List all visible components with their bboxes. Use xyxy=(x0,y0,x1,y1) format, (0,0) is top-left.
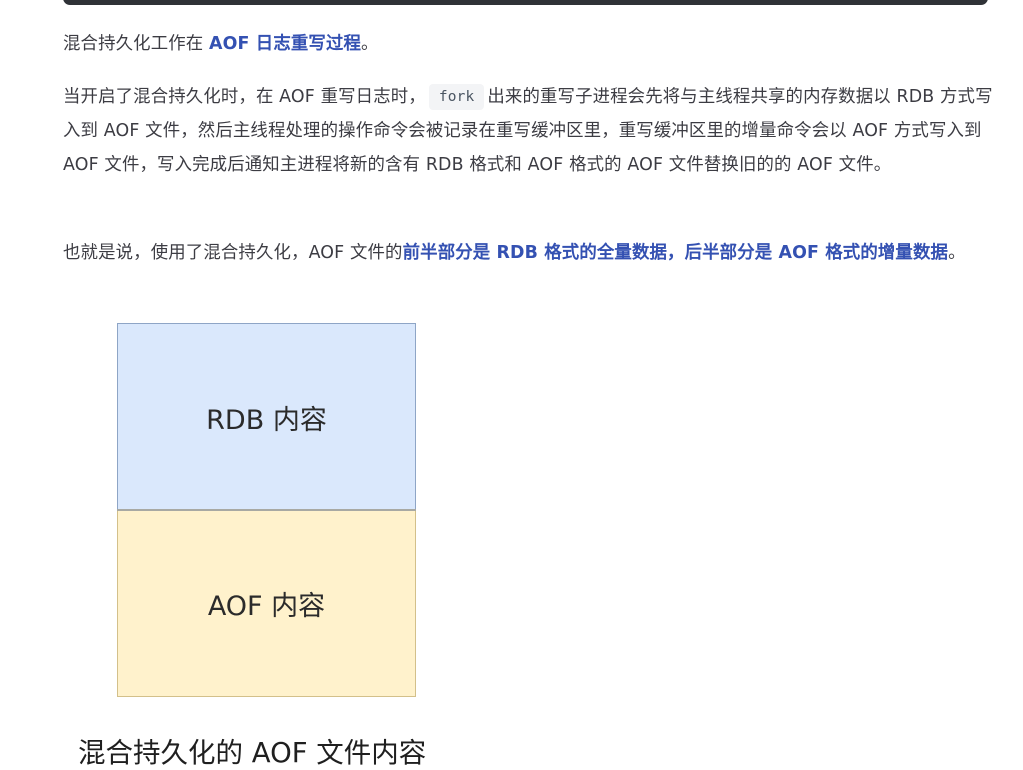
aof-content-box: AOF 内容 xyxy=(117,509,416,697)
highlight-text: 前半部分是 RDB 格式的全量数据，后半部分是 AOF 格式的增量数据 xyxy=(402,243,949,263)
paragraph-text: 混合持久化工作在 xyxy=(63,34,210,54)
paragraph-text: 也就是说，使用了混合持久化，AOF 文件的 xyxy=(63,243,403,263)
paragraph-text: 当开启了混合持久化时，在 AOF 重写日志时， xyxy=(63,87,426,107)
highlight-text: AOF 日志重写过程 xyxy=(209,34,362,54)
paragraph-rewrite-process: 当开启了混合持久化时，在 AOF 重写日志时， fork 出来的重写子进程会先将与主… xyxy=(63,80,993,182)
box-divider xyxy=(117,509,416,511)
aof-file-diagram: RDB 内容 AOF 内容 混合持久化的 AOF 文件内容 xyxy=(63,318,543,770)
rdb-content-label: RDB 内容 xyxy=(206,405,327,436)
paragraph-text: 。 xyxy=(361,34,379,54)
inline-code-fork: fork xyxy=(428,84,485,110)
aof-content-label: AOF 内容 xyxy=(207,590,326,622)
paragraph-summary: 也就是说，使用了混合持久化，AOF 文件的前半部分是 RDB 格式的全量数据，后… xyxy=(63,236,993,270)
rdb-content-box: RDB 内容 xyxy=(117,323,416,511)
code-block-bottom-edge xyxy=(63,0,988,5)
figure-caption: 混合持久化的 AOF 文件内容 xyxy=(78,737,427,769)
paragraph-text: 。 xyxy=(948,243,966,263)
paragraph-mixed-persistence-intro: 混合持久化工作在 AOF 日志重写过程。 xyxy=(63,27,993,61)
